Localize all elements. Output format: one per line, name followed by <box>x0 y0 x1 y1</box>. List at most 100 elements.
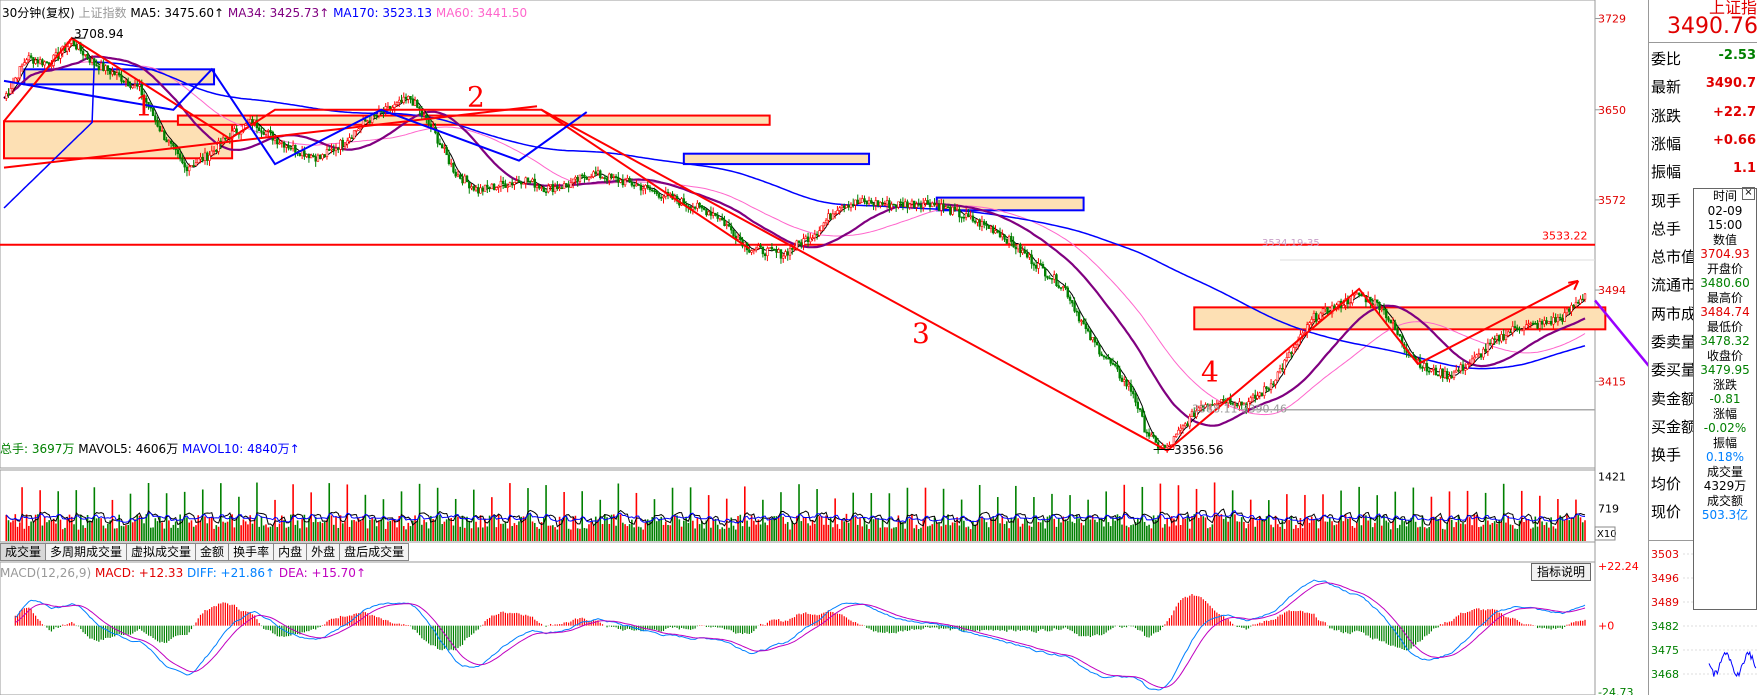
candle-body <box>992 226 995 234</box>
candle-body <box>16 77 19 80</box>
candle-body <box>32 57 35 64</box>
candle-body <box>824 219 828 224</box>
candle-body <box>1089 330 1092 341</box>
candle-body <box>919 204 923 208</box>
candle-body <box>709 211 713 216</box>
candle-body <box>350 137 354 140</box>
tab-2[interactable]: 虚拟成交量 <box>127 543 197 561</box>
candle-body <box>980 221 984 227</box>
candle-body <box>1531 322 1535 325</box>
quote-row-label: 卖金额 <box>1651 389 1697 408</box>
indicator-explain-button[interactable]: 指标说明 <box>1531 563 1592 581</box>
tab-4[interactable]: 换手率 <box>229 543 275 561</box>
quote-row-label: 买金额 <box>1651 417 1697 436</box>
candle-body <box>515 180 518 183</box>
candle-body <box>542 187 545 193</box>
tab-7[interactable]: 盘后成交量 <box>340 543 410 561</box>
candle-body <box>646 185 649 188</box>
candle-body <box>490 183 494 190</box>
candle-body <box>325 149 329 157</box>
candle-body <box>655 190 658 195</box>
candle-body <box>323 154 326 157</box>
candle-body <box>154 115 157 121</box>
popup-vol-label: 成交量 <box>1706 464 1743 479</box>
candle-body <box>212 150 216 152</box>
candle-body <box>375 114 378 117</box>
candle-body <box>1145 431 1149 434</box>
candle-body <box>529 181 532 183</box>
candle-body <box>580 174 584 177</box>
candle-body <box>201 156 204 161</box>
candle-body <box>1315 313 1318 322</box>
candle-body <box>1082 320 1085 325</box>
candle-body <box>1053 274 1056 280</box>
candle-body <box>784 251 787 257</box>
candle-body <box>138 84 141 87</box>
candle-body <box>1281 368 1284 370</box>
popup-close-icon[interactable]: × <box>1742 187 1755 200</box>
candle-body <box>1125 379 1128 387</box>
candle-body <box>730 225 733 231</box>
pattern-number: 3 <box>912 317 930 350</box>
candle-body <box>637 184 640 186</box>
candle-body <box>696 202 699 209</box>
candle-body <box>172 143 175 147</box>
pattern-number: 2 <box>467 80 485 113</box>
candle-body <box>1102 355 1106 358</box>
tab-5[interactable]: 内盘 <box>274 543 308 561</box>
candle-body <box>366 120 369 123</box>
candle-body <box>761 246 765 255</box>
candle-body <box>1497 335 1501 342</box>
candle-body <box>1572 304 1575 307</box>
candle-body <box>840 205 844 209</box>
candle-body <box>1518 328 1521 331</box>
quote-row: 涨跌 +22.7 <box>1651 105 1756 126</box>
candle-body <box>657 193 661 198</box>
candle-body <box>1425 363 1429 372</box>
candle-body <box>1077 311 1081 322</box>
candle-body <box>1357 292 1361 296</box>
price-tick-label: 3415 <box>1598 375 1626 388</box>
candle-body <box>1272 383 1275 386</box>
candle-body <box>804 236 807 239</box>
indicator-tabs: 成交量 多周期成交量 虚拟成交量 金额 换手率 内盘 外盘 盘后成交量 <box>0 543 410 561</box>
candle-body <box>849 203 853 208</box>
price-zone-box <box>682 152 871 166</box>
candle-body <box>971 215 975 222</box>
candle-body <box>1432 367 1435 370</box>
candle-body <box>953 206 957 210</box>
candle-body <box>1513 326 1517 329</box>
candle-body <box>1292 347 1295 355</box>
candle-body <box>707 211 710 216</box>
popup-high-label: 最高价 <box>1706 290 1743 305</box>
candle-body <box>644 185 647 189</box>
tab-6[interactable]: 外盘 <box>307 543 341 561</box>
candle-body <box>68 43 71 48</box>
tab-3[interactable]: 金额 <box>196 543 230 561</box>
candle-body <box>1482 348 1485 358</box>
candle-body <box>648 186 652 191</box>
candle-body <box>750 250 753 253</box>
candle-body <box>278 142 281 145</box>
candle-body <box>449 162 453 165</box>
tab-1[interactable]: 多周期成交量 <box>46 543 128 561</box>
candle-body <box>718 217 722 220</box>
candle-body <box>440 144 444 149</box>
candle-body <box>364 119 367 122</box>
candle-body <box>287 145 290 149</box>
candle-body <box>931 202 934 207</box>
candle-body <box>1276 371 1280 381</box>
candle-body <box>1104 356 1108 359</box>
candle-body <box>127 80 130 87</box>
candle-body <box>1091 337 1094 341</box>
candle-body <box>610 173 613 178</box>
candle-body <box>334 147 338 152</box>
candle-body <box>1068 296 1072 301</box>
candle-body <box>1552 317 1555 325</box>
candle-body <box>197 158 200 164</box>
candle-body <box>1554 317 1557 323</box>
candle-body <box>770 247 774 250</box>
candle-body <box>987 225 990 229</box>
tab-0[interactable]: 成交量 <box>0 543 47 561</box>
chart-canvas[interactable]: 3729 3650 3572 3494 3415 3533.22 1 2 3 4 3708.94 33… <box>0 0 1757 695</box>
